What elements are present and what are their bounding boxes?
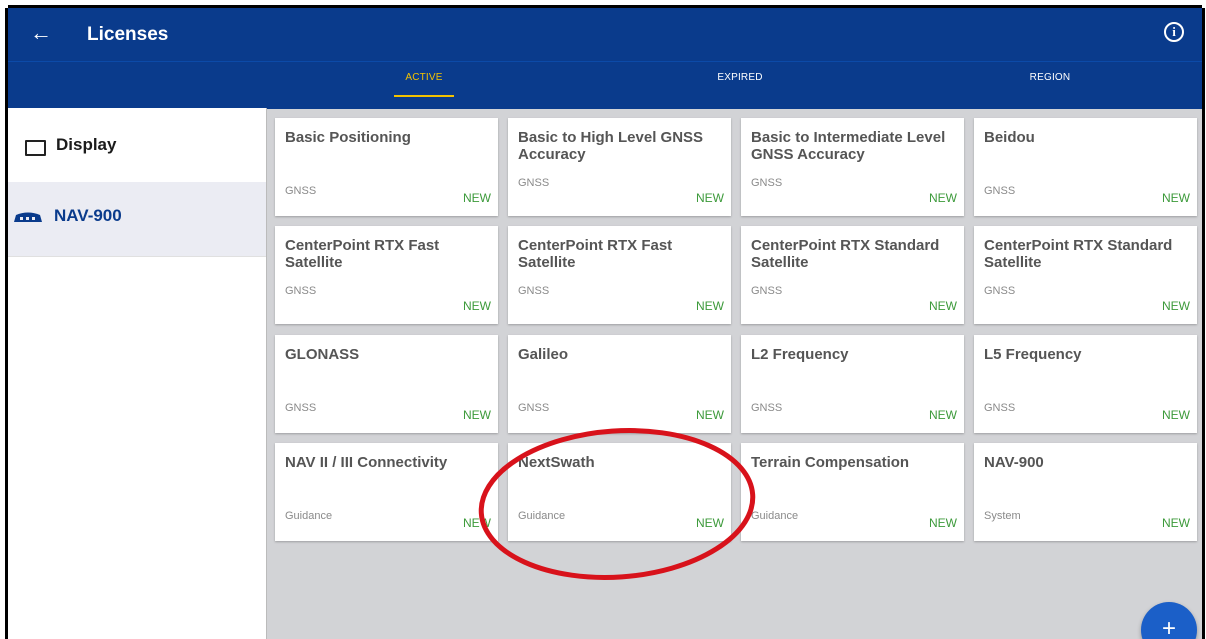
add-button[interactable]: +	[1141, 602, 1197, 639]
license-category: GNSS	[751, 177, 783, 189]
new-badge: NEW	[929, 408, 957, 422]
license-card[interactable]: NAV-900 System NEW	[974, 443, 1197, 541]
license-card[interactable]: CenterPoint RTX Standard Satellite GNSS …	[974, 226, 1197, 324]
info-icon[interactable]: i	[1164, 22, 1184, 42]
license-title: Terrain Compensation	[751, 454, 910, 471]
tab-active[interactable]: ACTIVE	[266, 62, 582, 108]
receiver-icon	[14, 212, 42, 222]
license-title: Basic Positioning	[285, 129, 411, 146]
new-badge: NEW	[696, 408, 724, 422]
license-title: CenterPoint RTX Standard Satellite	[984, 237, 1173, 271]
license-card[interactable]: L2 Frequency GNSS NEW	[741, 335, 964, 433]
license-title: CenterPoint RTX Fast Satellite	[285, 237, 440, 271]
license-category: GNSS	[285, 185, 317, 197]
page-title: Licenses	[87, 24, 169, 45]
license-category: GNSS	[984, 285, 1016, 297]
license-card[interactable]: Galileo GNSS NEW	[508, 335, 731, 433]
tab-region[interactable]: REGION	[898, 62, 1202, 108]
license-title: Galileo	[518, 346, 569, 363]
license-card[interactable]: Basic to High Level GNSS Accuracy GNSS N…	[508, 118, 731, 216]
new-badge: NEW	[696, 299, 724, 313]
license-category: GNSS	[518, 285, 550, 297]
tab-bar: ACTIVE EXPIRED REGION	[8, 61, 1202, 109]
license-card[interactable]: Basic to Intermediate Level GNSS Accurac…	[741, 118, 964, 216]
license-title: Basic to Intermediate Level GNSS Accurac…	[751, 129, 946, 163]
new-badge: NEW	[1162, 191, 1190, 205]
license-title: NAV-900	[984, 454, 1044, 471]
license-category: GNSS	[984, 185, 1016, 197]
license-title: GLONASS	[285, 346, 360, 363]
license-title: CenterPoint RTX Standard Satellite	[751, 237, 940, 271]
new-badge: NEW	[1162, 408, 1190, 422]
sidebar-item-label: Display	[56, 135, 117, 154]
app-window: ← Licenses i ACTIVE EXPIRED REGION Displ…	[8, 8, 1202, 639]
license-title: Basic to High Level GNSS Accuracy	[518, 129, 704, 163]
license-title: NAV II / III Connectivity	[285, 454, 448, 471]
app-bar: ← Licenses i	[8, 8, 1202, 61]
license-category: GNSS	[751, 402, 783, 414]
new-badge: NEW	[463, 408, 491, 422]
license-category: GNSS	[518, 402, 550, 414]
license-card[interactable]: Basic Positioning GNSS NEW	[275, 118, 498, 216]
license-card[interactable]: CenterPoint RTX Fast Satellite GNSS NEW	[275, 226, 498, 324]
license-category: GNSS	[751, 285, 783, 297]
new-badge: NEW	[463, 299, 491, 313]
license-card[interactable]: GLONASS GNSS NEW	[275, 335, 498, 433]
license-category: GNSS	[984, 402, 1016, 414]
plus-icon: +	[1161, 615, 1176, 639]
sidebar-item-label: NAV-900	[54, 206, 122, 225]
license-card[interactable]: NAV II / III Connectivity Guidance NEW	[275, 443, 498, 541]
tab-expired[interactable]: EXPIRED	[582, 62, 898, 108]
monitor-icon	[25, 140, 46, 156]
new-badge: NEW	[929, 516, 957, 530]
license-title: Beidou	[984, 129, 1035, 146]
new-badge: NEW	[929, 191, 957, 205]
license-card[interactable]: Terrain Compensation Guidance NEW	[741, 443, 964, 541]
license-card[interactable]: CenterPoint RTX Fast Satellite GNSS NEW	[508, 226, 731, 324]
license-card[interactable]: CenterPoint RTX Standard Satellite GNSS …	[741, 226, 964, 324]
new-badge: NEW	[1162, 299, 1190, 313]
license-card[interactable]: L5 Frequency GNSS NEW	[974, 335, 1197, 433]
license-category: System	[984, 510, 1021, 522]
license-title: L2 Frequency	[751, 346, 849, 363]
sidebar: Display NAV-900	[8, 108, 267, 639]
new-badge: NEW	[1162, 516, 1190, 530]
arrow-left-icon[interactable]: ←	[30, 22, 52, 44]
new-badge: NEW	[929, 299, 957, 313]
highlight-ellipse	[478, 428, 756, 580]
license-category: Guidance	[285, 510, 333, 522]
tab-indicator	[394, 95, 454, 97]
new-badge: NEW	[463, 191, 491, 205]
license-category: GNSS	[285, 285, 317, 297]
license-category: Guidance	[751, 510, 799, 522]
sidebar-item-display[interactable]: Display	[8, 108, 266, 183]
license-title: CenterPoint RTX Fast Satellite	[518, 237, 673, 271]
new-badge: NEW	[696, 191, 724, 205]
license-title: L5 Frequency	[984, 346, 1082, 363]
license-card[interactable]: Beidou GNSS NEW	[974, 118, 1197, 216]
license-category: GNSS	[518, 177, 550, 189]
sidebar-item-nav-900[interactable]: NAV-900	[8, 182, 266, 257]
license-category: GNSS	[285, 402, 317, 414]
